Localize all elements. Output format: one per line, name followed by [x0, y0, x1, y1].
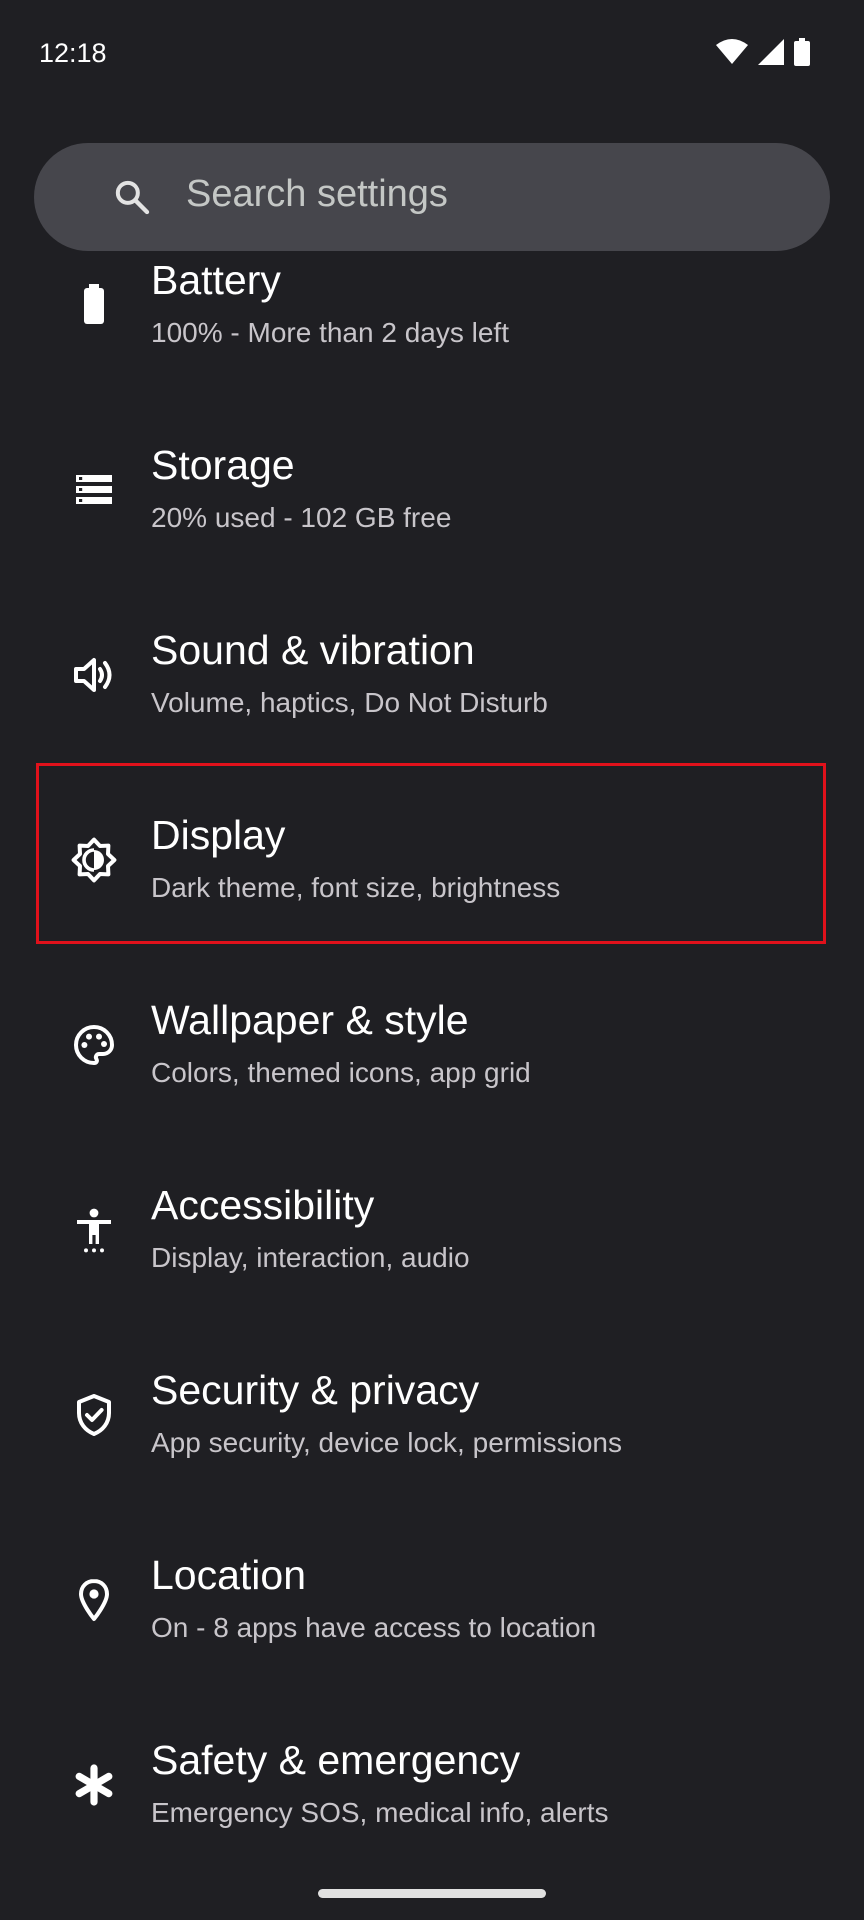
palette-icon [74, 1025, 114, 1065]
setting-subtitle: On - 8 apps have access to location [151, 1612, 597, 1643]
wifi-icon [716, 39, 748, 64]
accessibility-icon [77, 1208, 111, 1253]
status-time: 12:18 [39, 38, 107, 68]
search-icon [115, 180, 150, 215]
status-bar: 12:18 [0, 0, 864, 108]
status-icons [716, 38, 810, 66]
setting-item-storage[interactable]: Storage 20% used - 102 GB free [36, 410, 828, 595]
setting-item-security-privacy[interactable]: Security & privacy App security, device … [36, 1335, 828, 1520]
setting-title: Battery [151, 257, 281, 303]
setting-item-safety-emergency[interactable]: Safety & emergency Emergency SOS, medica… [36, 1705, 828, 1890]
setting-title: Security & privacy [151, 1367, 480, 1413]
setting-title: Accessibility [151, 1182, 375, 1228]
location-pin-icon [79, 1579, 109, 1621]
setting-item-location[interactable]: Location On - 8 apps have access to loca… [36, 1520, 828, 1705]
setting-subtitle: Emergency SOS, medical info, alerts [151, 1797, 609, 1828]
setting-item-sound-vibration[interactable]: Sound & vibration Volume, haptics, Do No… [36, 595, 828, 780]
battery-icon [794, 38, 810, 66]
display-highlight-box [36, 763, 826, 944]
setting-title: Storage [151, 442, 295, 488]
battery-icon [84, 284, 104, 324]
volume-icon [74, 658, 112, 692]
home-gesture-bar[interactable] [318, 1889, 546, 1898]
setting-subtitle: Volume, haptics, Do Not Disturb [151, 687, 548, 718]
setting-title: Wallpaper & style [151, 997, 469, 1043]
cell-signal-icon [758, 39, 784, 65]
shield-check-icon [77, 1394, 111, 1436]
search-bar[interactable]: Search settings [34, 143, 830, 251]
setting-subtitle: 20% used - 102 GB free [151, 502, 452, 533]
setting-title: Location [151, 1552, 307, 1598]
setting-item-wallpaper-style[interactable]: Wallpaper & style Colors, themed icons, … [36, 965, 828, 1150]
setting-subtitle: App security, device lock, permissions [151, 1427, 622, 1458]
search-placeholder: Search settings [186, 173, 448, 215]
setting-subtitle: 100% - More than 2 days left [151, 317, 509, 348]
storage-icon [76, 475, 112, 504]
asterisk-icon [75, 1764, 113, 1806]
setting-subtitle: Colors, themed icons, app grid [151, 1057, 531, 1088]
setting-title: Safety & emergency [151, 1737, 521, 1783]
setting-subtitle: Display, interaction, audio [151, 1242, 470, 1273]
setting-item-accessibility[interactable]: Accessibility Display, interaction, audi… [36, 1150, 828, 1335]
setting-title: Sound & vibration [151, 627, 475, 673]
